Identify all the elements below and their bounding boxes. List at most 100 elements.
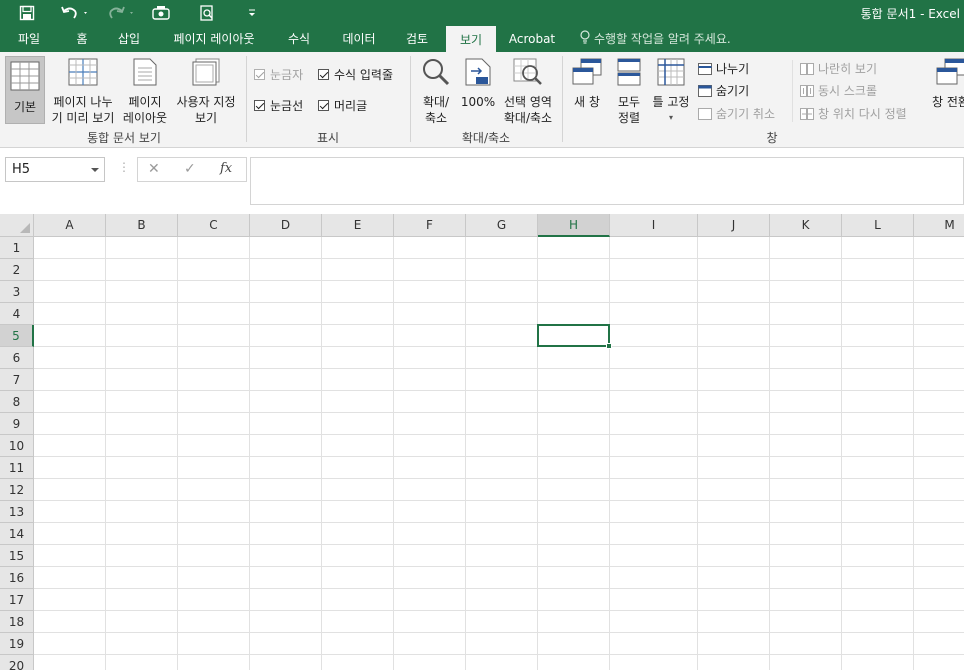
tab-insert[interactable]: 삽입 bbox=[106, 26, 152, 52]
row-header[interactable]: 16 bbox=[0, 567, 34, 589]
row-header[interactable]: 2 bbox=[0, 259, 34, 281]
column-header[interactable]: A bbox=[34, 214, 106, 237]
row-header[interactable]: 3 bbox=[0, 281, 34, 303]
formula-input[interactable] bbox=[250, 157, 964, 205]
row-header[interactable]: 13 bbox=[0, 501, 34, 523]
page-break-preview-button[interactable]: 페이지 나누 기 미리 보기 bbox=[48, 58, 118, 125]
column-header[interactable]: G bbox=[466, 214, 538, 237]
unhide-window-button[interactable]: 숨기기 취소 bbox=[698, 105, 775, 122]
tell-me-search[interactable]: 수행할 작업을 알려 주세요. bbox=[580, 26, 731, 52]
zoom-100-button[interactable]: 100% bbox=[458, 58, 498, 124]
tab-review[interactable]: 검토 bbox=[394, 26, 440, 52]
select-all-button[interactable] bbox=[0, 214, 34, 237]
column-header[interactable]: J bbox=[698, 214, 770, 237]
tab-page-layout[interactable]: 페이지 레이아웃 bbox=[160, 26, 268, 52]
hide-label: 숨기기 bbox=[716, 84, 750, 98]
ruler-checkbox[interactable]: 눈금자 bbox=[254, 66, 303, 83]
gridlines-checkbox[interactable]: 눈금선 bbox=[254, 97, 303, 114]
switch-windows-button[interactable]: 창 전환 bbox=[926, 58, 964, 124]
zoom-button[interactable]: 확대/ 축소 bbox=[416, 58, 456, 125]
active-cell[interactable] bbox=[537, 324, 610, 347]
normal-view-button[interactable]: 기본 bbox=[5, 56, 45, 124]
page-layout-label-2: 레이아웃 bbox=[122, 111, 168, 125]
tab-data[interactable]: 데이터 bbox=[332, 26, 386, 52]
row-header[interactable]: 18 bbox=[0, 611, 34, 633]
row-header[interactable]: 9 bbox=[0, 413, 34, 435]
view-side-by-side-button[interactable]: 나란히 보기 bbox=[800, 60, 877, 77]
page-layout-view-button[interactable]: 페이지 레이아웃 bbox=[120, 58, 170, 125]
unhide-label: 숨기기 취소 bbox=[716, 107, 776, 121]
freeze-panes-button[interactable]: 틀 고정 ▾ bbox=[650, 58, 692, 124]
row-header[interactable]: 17 bbox=[0, 589, 34, 611]
redo-icon[interactable] bbox=[104, 3, 138, 23]
column-header[interactable]: L bbox=[842, 214, 914, 237]
arrange-all-icon bbox=[610, 58, 648, 90]
insert-function-icon[interactable]: fx bbox=[220, 161, 232, 176]
row-header[interactable]: 4 bbox=[0, 303, 34, 325]
new-window-button[interactable]: 새 창 bbox=[568, 58, 606, 124]
hide-window-button[interactable]: 숨기기 bbox=[698, 82, 749, 99]
column-header[interactable]: C bbox=[178, 214, 250, 237]
row-header[interactable]: 12 bbox=[0, 479, 34, 501]
headings-check-icon bbox=[318, 100, 329, 111]
spreadsheet-grid[interactable]: A B C D E F G H I J K L M 1 2 3 4 5 6 7 8 9 10 11 12 13 14 15 16 17 18… bbox=[0, 214, 964, 670]
zoom-to-selection-button[interactable]: 선택 영역 확대/축소 bbox=[500, 58, 556, 125]
custom-views-button[interactable]: 사용자 지정 보기 bbox=[172, 58, 240, 125]
split-button[interactable]: 나누기 bbox=[698, 60, 749, 77]
print-preview-icon[interactable] bbox=[196, 3, 218, 23]
customize-qat-icon[interactable] bbox=[244, 3, 260, 23]
arrange-all-button[interactable]: 모두 정렬 bbox=[610, 58, 648, 125]
select-all-icon bbox=[20, 223, 30, 233]
row-header[interactable]: 20 bbox=[0, 655, 34, 670]
custom-views-icon bbox=[172, 58, 240, 90]
lightbulb-icon bbox=[580, 27, 590, 53]
gridline bbox=[34, 522, 964, 523]
touch-mode-icon[interactable] bbox=[150, 3, 172, 23]
synchronous-scroll-button[interactable]: 동시 스크롤 bbox=[800, 82, 877, 99]
title-bar: 통합 문서1 - Excel bbox=[0, 0, 964, 26]
zoom-selection-label-1: 선택 영역 bbox=[504, 95, 552, 109]
row-header[interactable]: 19 bbox=[0, 633, 34, 655]
fill-handle[interactable] bbox=[606, 343, 612, 349]
tab-home[interactable]: 홈 bbox=[62, 26, 102, 52]
chevron-down-icon[interactable] bbox=[91, 168, 99, 172]
row-header[interactable]: 14 bbox=[0, 523, 34, 545]
row-header[interactable]: 10 bbox=[0, 435, 34, 457]
cancel-icon[interactable]: ✕ bbox=[148, 161, 160, 177]
enter-icon[interactable]: ✓ bbox=[184, 161, 196, 177]
row-header[interactable]: 6 bbox=[0, 347, 34, 369]
save-icon[interactable] bbox=[16, 3, 38, 23]
tab-file[interactable]: 파일 bbox=[0, 26, 58, 52]
name-box[interactable]: H5 bbox=[5, 157, 105, 182]
row-header[interactable]: 11 bbox=[0, 457, 34, 479]
column-header[interactable]: B bbox=[106, 214, 178, 237]
tab-formulas[interactable]: 수식 bbox=[276, 26, 322, 52]
headings-checkbox[interactable]: 머리글 bbox=[318, 97, 367, 114]
tab-acrobat[interactable]: Acrobat bbox=[502, 26, 562, 52]
column-header[interactable]: M bbox=[914, 214, 964, 237]
column-header[interactable]: H bbox=[538, 214, 610, 237]
row-header[interactable]: 8 bbox=[0, 391, 34, 413]
zoom-selection-label-2: 확대/축소 bbox=[503, 111, 553, 125]
tab-view[interactable]: 보기 bbox=[446, 26, 496, 52]
resize-handle-icon[interactable]: ⋮ bbox=[118, 160, 130, 174]
column-header[interactable]: E bbox=[322, 214, 394, 237]
ruler-check-icon bbox=[254, 69, 265, 80]
sync-scroll-icon bbox=[800, 84, 814, 97]
tell-me-text: 수행할 작업을 알려 주세요. bbox=[594, 32, 731, 46]
row-header[interactable]: 1 bbox=[0, 237, 34, 259]
reset-window-position-button[interactable]: 창 위치 다시 정렬 bbox=[800, 105, 907, 122]
new-window-icon bbox=[568, 58, 606, 90]
undo-icon[interactable] bbox=[58, 3, 92, 23]
row-header[interactable]: 7 bbox=[0, 369, 34, 391]
switch-windows-label: 창 전환 bbox=[932, 95, 964, 109]
column-header[interactable]: F bbox=[394, 214, 466, 237]
column-header[interactable]: K bbox=[770, 214, 842, 237]
column-header[interactable]: I bbox=[610, 214, 698, 237]
row-header[interactable]: 15 bbox=[0, 545, 34, 567]
gridlines-label: 눈금선 bbox=[270, 99, 304, 113]
gridline bbox=[34, 346, 964, 347]
column-header[interactable]: D bbox=[250, 214, 322, 237]
row-header[interactable]: 5 bbox=[0, 325, 34, 347]
formula-bar-checkbox[interactable]: 수식 입력줄 bbox=[318, 66, 393, 83]
